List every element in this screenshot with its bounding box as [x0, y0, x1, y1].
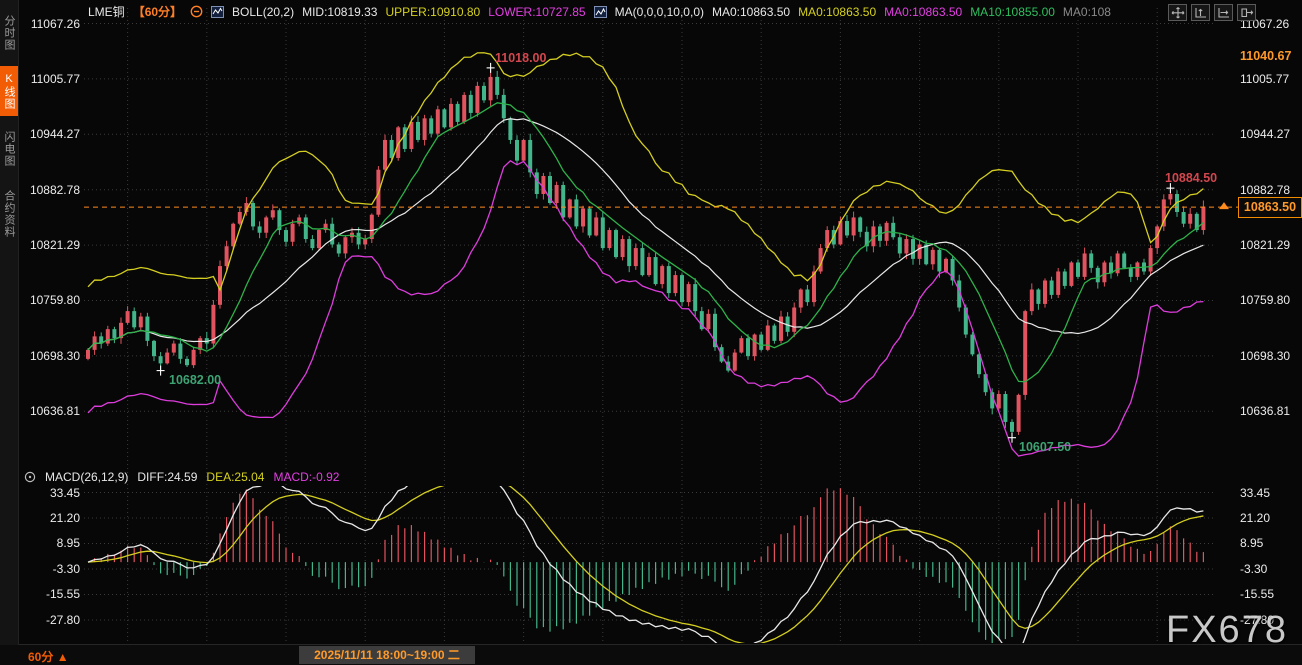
macd-header: MACD(26,12,9) DIFF:24.59 DEA:25.04 MACD:… [24, 469, 339, 485]
ma-title: MA(0,0,0,10,0,0) [615, 5, 704, 19]
boll-upper-value: UPPER:10910.80 [385, 5, 480, 19]
ma-value: MA0:10863.50 [712, 5, 790, 19]
boll-title: BOLL(20,2) [232, 5, 294, 19]
ma-value: MA10:10855.00 [970, 5, 1055, 19]
trading-terminal: 分时图 K线图闪电图合约资料 LME铜 【60分】 BOLL(20,2) MID:… [0, 0, 1302, 665]
watermark: FX678 [1166, 609, 1288, 652]
macd-dea-value: DEA:25.04 [206, 470, 264, 484]
zoom-vertical-icon[interactable] [1191, 4, 1210, 21]
zoom-horizontal-icon[interactable] [1214, 4, 1233, 21]
macd-macd-value: MACD:-0.92 [273, 470, 339, 484]
indicator-header: LME铜 【60分】 BOLL(20,2) MID:10819.33 UPPER… [88, 3, 1111, 20]
ma-values: MA0:10863.50 MA0:10863.50 MA0:10863.50 MA10… [712, 5, 1111, 19]
macd-indicator-icon[interactable] [24, 471, 36, 483]
chart-type-sidebar: 分时图 K线图闪电图合约资料 [0, 0, 19, 645]
ma-indicator-icon[interactable] [594, 6, 607, 18]
macd-diff-value: DIFF:24.59 [137, 470, 197, 484]
sidebar-tab-2[interactable]: K线图 [0, 66, 18, 116]
last-price-label: 10863.50 [1238, 197, 1302, 218]
sidebar-tab-1[interactable]: 分时图 [0, 8, 18, 58]
ma-value: MA0:10863.50 [884, 5, 962, 19]
boll-lower-value: LOWER:10727.85 [488, 5, 585, 19]
chart-toolbar [1168, 4, 1256, 21]
sidebar-tab-3[interactable]: 闪电图 [0, 124, 18, 174]
period-label: 【60分】 [133, 3, 182, 20]
boll-indicator-icon[interactable] [211, 6, 224, 18]
ma-value: MA0:108 [1063, 5, 1111, 19]
pan-right-icon[interactable] [1237, 4, 1256, 21]
time-tooltip: 2025/11/11 18:00~19:00 二 [299, 646, 475, 664]
period-settings-icon[interactable] [190, 5, 203, 18]
chart-canvas[interactable] [0, 0, 1302, 665]
sidebar-tab-4[interactable]: 合约资料 [0, 182, 18, 246]
crosshair-move-icon[interactable] [1168, 4, 1187, 21]
symbol-name: LME铜 [88, 3, 125, 20]
period-up-arrow-icon: ▲ [57, 650, 69, 664]
footer-period[interactable]: 60分 ▲ [28, 648, 69, 665]
marker-price-label: 11040.67 [1240, 49, 1291, 63]
time-axis-bar [0, 644, 1302, 665]
boll-mid-value: MID:10819.33 [302, 5, 377, 19]
ma-value: MA0:10863.50 [798, 5, 876, 19]
macd-title: MACD(26,12,9) [45, 470, 128, 484]
